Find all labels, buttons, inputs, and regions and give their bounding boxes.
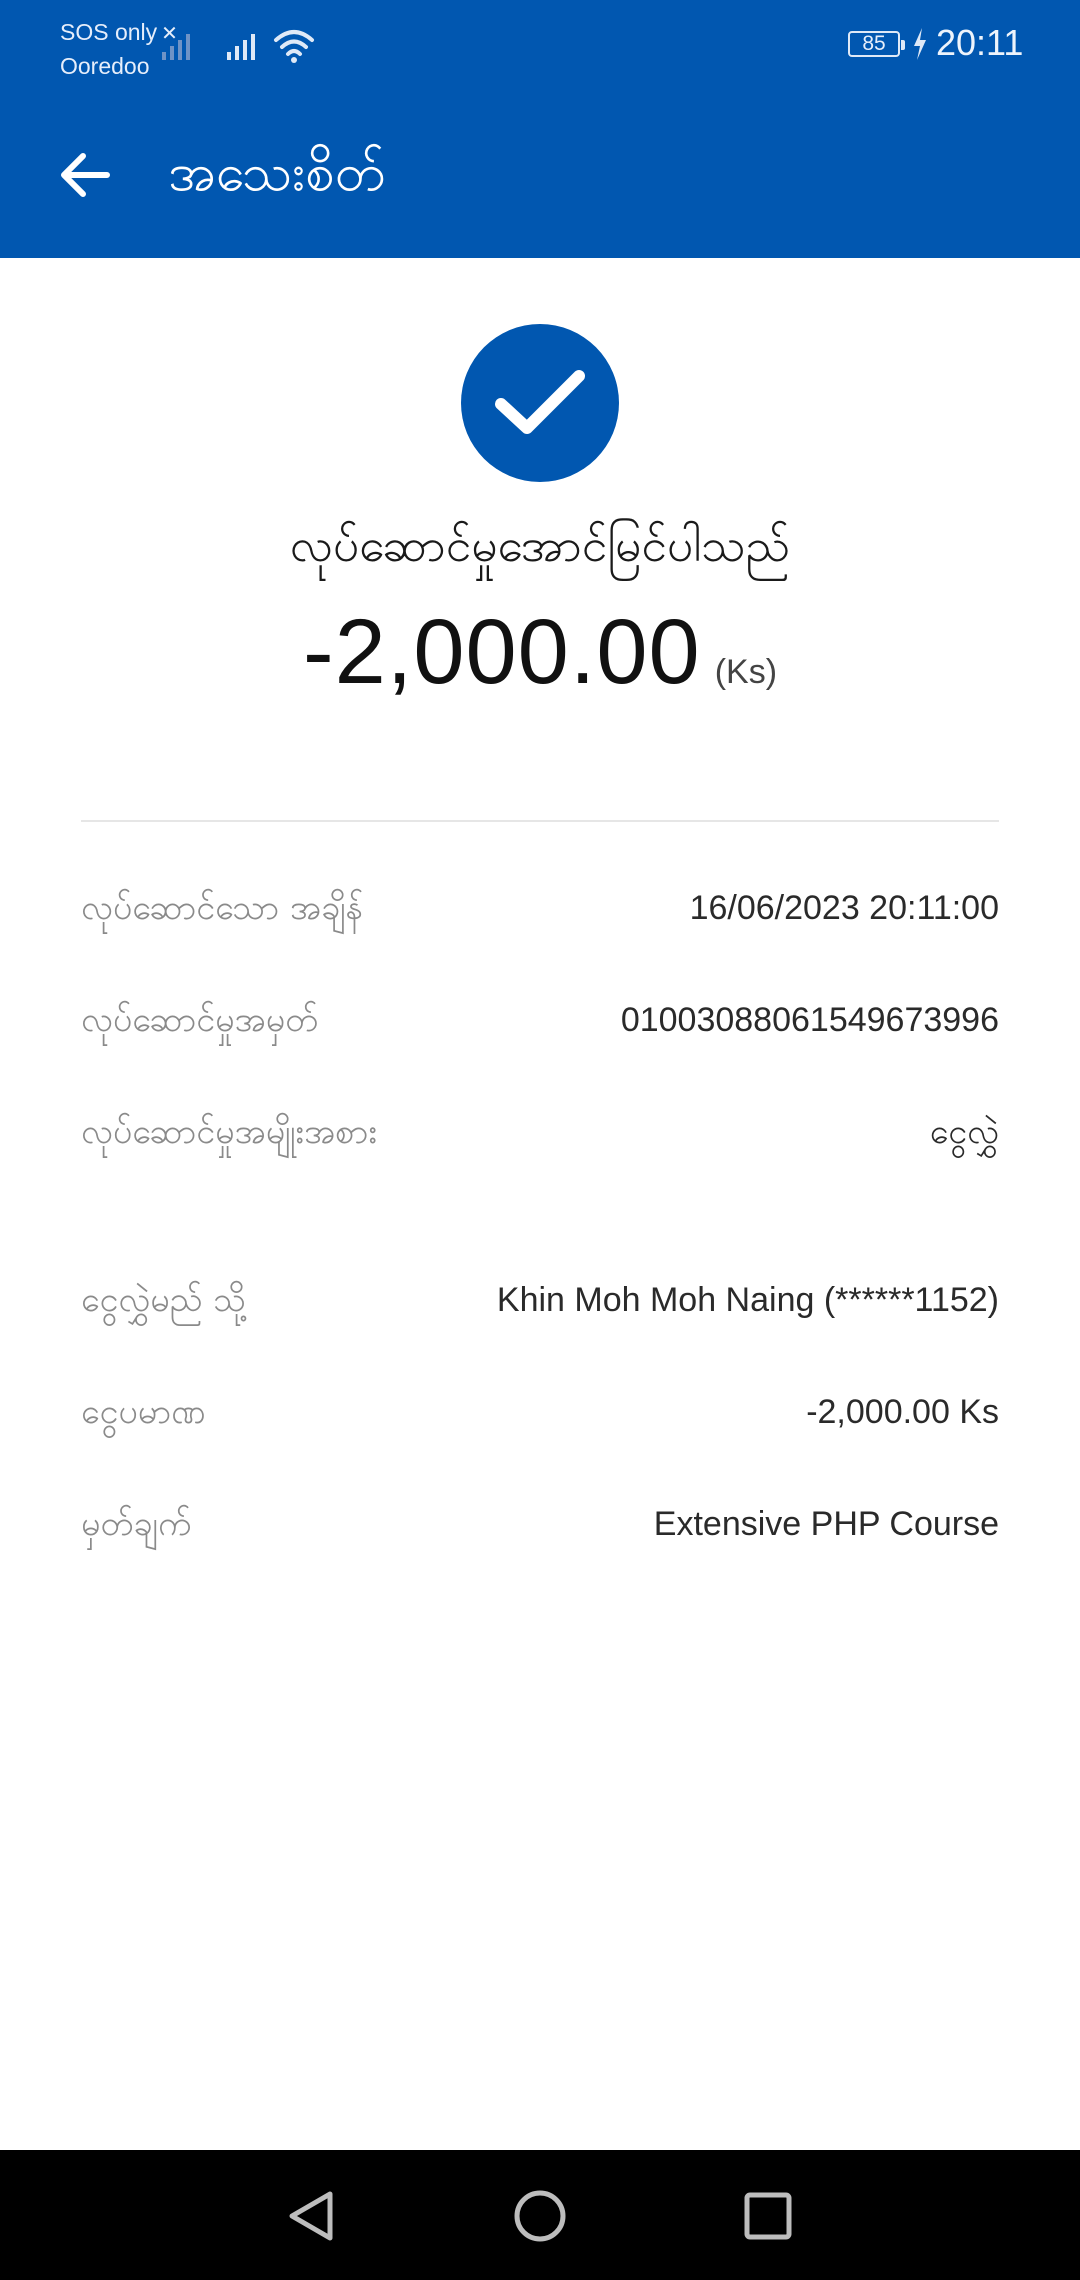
detail-label: ငွေပမာဏ [81, 1392, 206, 1432]
signal-strong-icon [227, 34, 255, 60]
carrier-line1: SOS only [60, 19, 158, 45]
detail-value: Extensive PHP Course [653, 1505, 999, 1543]
detail-label: လုပ်ဆောင်မှုအမျိုးအစား [81, 1112, 378, 1152]
arrow-left-icon [61, 153, 110, 197]
nav-recent-button[interactable] [730, 2178, 806, 2254]
detail-label: လုပ်ဆောင်မှုအမှတ် [81, 1000, 319, 1040]
status-time: 20:11 [936, 22, 1024, 63]
detail-value: 01003088061549673996 [620, 1001, 999, 1039]
app-bar: အသေးစိတ် [0, 92, 1080, 258]
back-button[interactable] [50, 140, 120, 210]
detail-value: -2,000.00 Ks [806, 1393, 999, 1431]
success-badge [461, 324, 619, 482]
detail-value: 16/06/2023 20:11:00 [689, 889, 999, 927]
nav-back-button[interactable] [274, 2178, 350, 2254]
detail-value: ငွေလွှဲ [929, 1112, 999, 1152]
divider [81, 820, 999, 822]
amount-currency: (Ks) [714, 653, 778, 691]
nav-home-button[interactable] [502, 2178, 578, 2254]
detail-label: ငွေလွှဲမည် သို့ [81, 1280, 247, 1320]
amount-value: -2,000.00 [302, 601, 701, 703]
circle-home-icon [514, 2190, 566, 2242]
detail-label: လုပ်ဆောင်သော အချိန် [81, 888, 364, 928]
status-bar: SOS only ✕ Ooredoo 85 20:11 [0, 0, 1080, 92]
detail-value: Khin Moh Moh Naing (******1152) [496, 1281, 999, 1319]
page-title: အသေးစိတ် [168, 143, 386, 203]
system-nav-bar [0, 2150, 1080, 2280]
charging-bolt-icon [914, 28, 926, 60]
transaction-status: လုပ်ဆောင်မှုအောင်မြင်ပါသည် [289, 518, 791, 572]
header: SOS only ✕ Ooredoo 85 20:11 အသေးစိတ် [0, 0, 1080, 258]
checkmark-icon [495, 370, 585, 434]
wifi-icon [274, 30, 314, 63]
square-recent-icon [744, 2192, 792, 2240]
signal-weak-icon [162, 34, 190, 60]
triangle-back-icon [289, 2191, 333, 2241]
detail-label: မှတ်ချက် [81, 1504, 192, 1544]
amount-display: -2,000.00 (Ks) [0, 600, 1080, 705]
battery-indicator: 85 [848, 31, 905, 57]
